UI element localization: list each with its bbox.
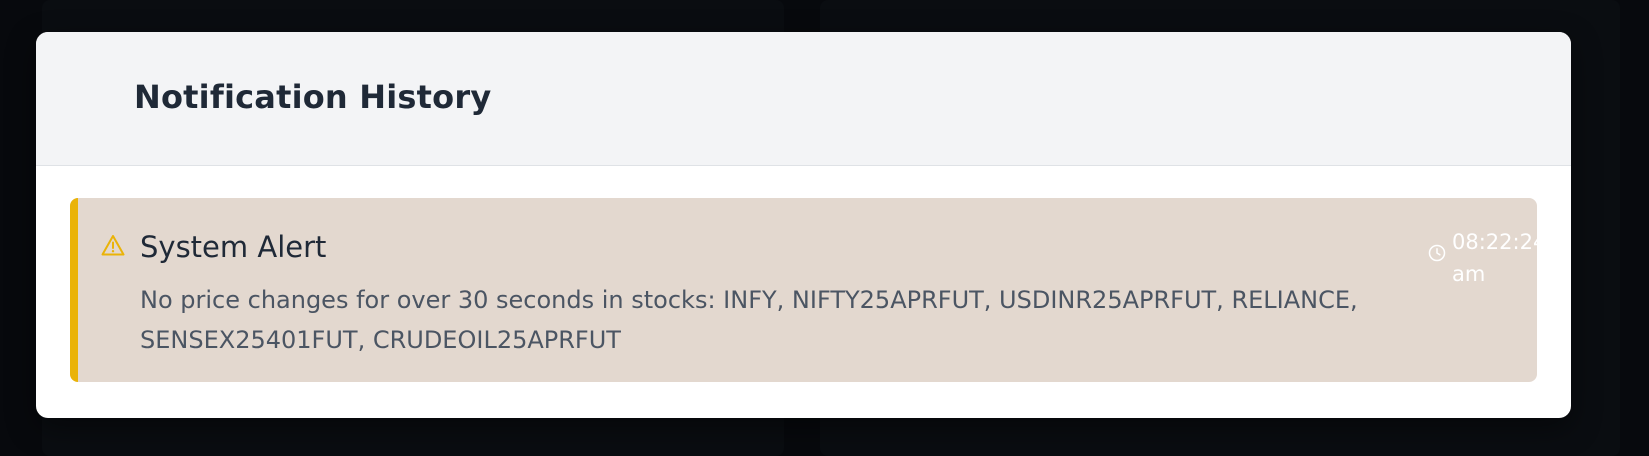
alert-accent-bar	[70, 198, 78, 382]
modal-title: Notification History	[134, 78, 492, 116]
notification-message: No price changes for over 30 seconds in …	[140, 286, 1358, 354]
clock-icon	[1428, 244, 1446, 262]
notification-time: 08:22:24 am	[1452, 230, 1537, 286]
modal-header: Notification History	[36, 32, 1571, 166]
notification-timestamp: 08:22:24 am	[1428, 226, 1537, 290]
warning-triangle-icon	[101, 235, 125, 256]
notification-item[interactable]: System Alert No price changes for over 3…	[70, 198, 1537, 382]
notification-title: System Alert	[140, 230, 327, 264]
notification-list: System Alert No price changes for over 3…	[36, 166, 1571, 418]
notification-history-modal: Notification History System Alert No pri…	[36, 32, 1571, 418]
